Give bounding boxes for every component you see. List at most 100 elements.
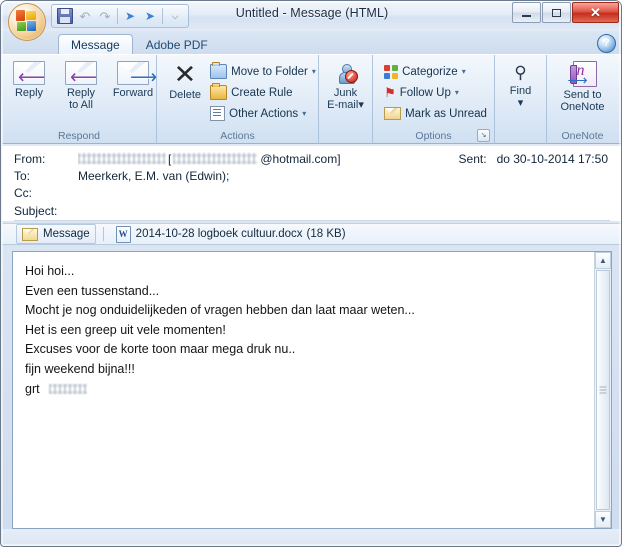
delete-button[interactable]: ✕ Delete [162, 59, 208, 101]
tab-adobe-pdf-label: Adobe PDF [145, 37, 208, 52]
sent-value: do 30-10-2014 17:50 [496, 151, 608, 166]
reply-button[interactable]: ⟵ Reply [3, 59, 55, 99]
junk-email-label-line1: Junk [333, 87, 358, 99]
onenote-icon: n ⟶ [568, 61, 598, 87]
dialog-launcher-icon: ↘ [480, 132, 487, 139]
maximize-button[interactable] [542, 2, 571, 23]
categorize-button[interactable]: Categorize ▾ [382, 61, 490, 82]
create-rule-label: Create Rule [231, 86, 293, 99]
tab-message[interactable]: Message [58, 34, 133, 55]
reply-icon: ⟵ [13, 61, 45, 87]
find-label: Find [509, 85, 532, 97]
junk-email-label-line2: E-mail [327, 99, 359, 111]
ribbon-group-onenote: n ⟶ Send to OneNote OneNote [546, 55, 618, 144]
outlook-message-window: ↶ ↷ ➤ ➤ ⌵ Untitled - Message (HTML) ✕ Me… [0, 0, 622, 547]
body-line: Hoi hoi... [25, 264, 75, 278]
minimize-icon [522, 14, 531, 17]
follow-up-button[interactable]: ⚑ Follow Up ▾ [382, 82, 490, 103]
mark-as-unread-button[interactable]: Mark as Unread [382, 103, 490, 124]
body-line: Excuses voor de korte toon maar mega dru… [25, 342, 296, 357]
scrollbar-thumb[interactable] [596, 270, 610, 510]
signature-prefix: grt [25, 381, 40, 396]
chevron-down-icon: ▾ [311, 67, 316, 76]
office-button[interactable] [8, 3, 46, 41]
ribbon-group-onenote-label: OneNote [561, 130, 604, 142]
attachment-size: (18 KB) [306, 228, 346, 240]
from-email-domain: @hotmail.com] [260, 151, 341, 166]
body-line: Mocht je nog onduidelijkeden of vragen h… [25, 303, 415, 318]
scroll-down-button[interactable]: ▼ [595, 511, 611, 528]
maximize-icon [552, 8, 561, 17]
follow-up-flag-icon: ⚑ [384, 85, 396, 100]
subject-label: Subject: [14, 204, 58, 218]
title-bar: ↶ ↷ ➤ ➤ ⌵ Untitled - Message (HTML) ✕ [1, 1, 621, 41]
body-signature-line: grt [25, 380, 584, 400]
reply-all-icon: ⟵ [65, 61, 97, 87]
options-small-buttons: Categorize ▾ ⚑ Follow Up ▾ Mark as Unrea… [382, 59, 490, 124]
ribbon-tabs: Message Adobe PDF [58, 33, 221, 55]
subject-divider [14, 220, 610, 221]
ribbon-tab-strip: Message Adobe PDF ? [1, 31, 621, 55]
help-button[interactable]: ? [597, 34, 616, 53]
delete-icon: ✕ [173, 59, 197, 89]
from-name-redacted [78, 153, 166, 164]
help-icon: ? [603, 37, 610, 49]
word-document-icon: W [115, 225, 131, 243]
signature-name-redacted [49, 383, 88, 394]
window-bottom-edge [2, 529, 621, 546]
forward-button[interactable]: ⟶ Forward [107, 59, 159, 99]
send-to-onenote-button[interactable]: n ⟶ Send to OneNote [550, 59, 616, 113]
tab-adobe-pdf[interactable]: Adobe PDF [134, 34, 220, 55]
scrollbar-grip-icon [599, 386, 607, 394]
junk-email-icon [333, 61, 359, 85]
ribbon-group-actions: ✕ Delete Move to Folder ▾ Create Rule Ot… [156, 55, 318, 144]
body-vertical-scrollbar[interactable]: ▲ ▼ [594, 252, 611, 528]
close-icon: ✕ [590, 4, 601, 20]
categorize-label: Categorize [402, 65, 458, 78]
move-to-folder-label: Move to Folder [231, 65, 308, 78]
other-actions-button[interactable]: Other Actions ▾ [208, 103, 319, 124]
window-controls: ✕ [511, 2, 619, 23]
minimize-button[interactable] [512, 2, 541, 23]
find-button[interactable]: ⚲ Find ▾ [495, 59, 547, 110]
scroll-up-button[interactable]: ▲ [595, 252, 611, 269]
ribbon: ⟵ Reply ⟵ Reply to All ⟶ Forward Respond [2, 54, 621, 144]
forward-label: Forward [112, 87, 154, 99]
ribbon-group-options: Categorize ▾ ⚑ Follow Up ▾ Mark as Unrea… [372, 55, 494, 144]
attachment-name: 2014-10-28 logboek cultuur.docx [135, 228, 303, 240]
message-body-text[interactable]: Hoi hoi... Even een tussenstand... Mocht… [13, 252, 594, 528]
ribbon-group-junk-label [319, 129, 372, 144]
ribbon-group-junk: Junk E-mail▾ [318, 55, 372, 144]
message-tab-button[interactable]: Message [16, 224, 96, 244]
chevron-down-icon: ▾ [454, 88, 459, 97]
reply-all-label-line2: to All [69, 99, 93, 111]
ribbon-group-respond-label: Respond [57, 130, 101, 142]
ribbon-group-respond: ⟵ Reply ⟵ Reply to All ⟶ Forward Respond [2, 55, 159, 144]
ribbon-group-actions-label: Actions [220, 130, 255, 142]
junk-email-button[interactable]: Junk E-mail▾ [320, 59, 372, 111]
attachment-item[interactable]: W 2014-10-28 logboek cultuur.docx (18 KB… [111, 225, 351, 243]
attachment-bar: Message W 2014-10-28 logboek cultuur.doc… [2, 223, 621, 245]
chevron-down-icon: ▾ [358, 99, 364, 111]
body-line: fijn weekend bijna!!! [25, 361, 135, 376]
reply-all-label-line1: Reply [66, 87, 96, 99]
create-rule-button[interactable]: Create Rule [208, 82, 319, 103]
cc-label: Cc: [14, 185, 32, 200]
find-icon: ⚲ [514, 62, 527, 82]
message-body-frame: Hoi hoi... Even een tussenstand... Mocht… [12, 251, 612, 529]
send-to-onenote-label-line2: OneNote [560, 101, 605, 113]
from-bracket-open: [ [168, 151, 172, 166]
to-row: To: Meerkerk, E.M. van (Edwin); [2, 167, 621, 184]
close-button[interactable]: ✕ [572, 2, 619, 23]
subject-row: Subject: [2, 201, 621, 221]
chevron-up-icon: ▲ [599, 255, 607, 265]
message-header-fields: From: [ @hotmail.com] Sent: do 30-10-201… [2, 146, 621, 221]
send-to-onenote-label-line1: Send to [563, 89, 602, 101]
mark-as-unread-icon [384, 107, 402, 120]
other-actions-label: Other Actions [229, 107, 299, 120]
to-label: To: [14, 168, 31, 183]
options-dialog-launcher[interactable]: ↘ [477, 129, 490, 142]
move-to-folder-button[interactable]: Move to Folder ▾ [208, 61, 319, 82]
scrollbar-track[interactable] [595, 269, 611, 511]
reply-all-button[interactable]: ⟵ Reply to All [55, 59, 107, 111]
